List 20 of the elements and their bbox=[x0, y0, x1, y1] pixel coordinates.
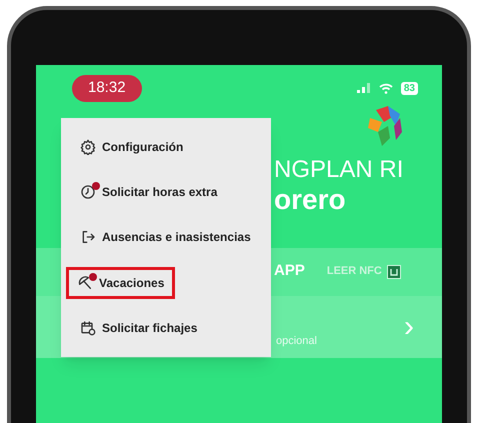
wifi-icon bbox=[378, 82, 393, 94]
signal-icon bbox=[356, 83, 371, 94]
exit-icon bbox=[80, 229, 96, 246]
battery-indicator: 83 bbox=[400, 82, 418, 95]
gear-icon bbox=[80, 138, 96, 155]
nfc-icon bbox=[386, 264, 401, 278]
time-badge: 18:32 bbox=[72, 75, 142, 102]
menu-item[interactable]: Ausencias e inasistencias bbox=[73, 221, 262, 254]
header-title: NGPLAN RI bbox=[274, 156, 404, 184]
header-subtitle: orero bbox=[274, 184, 347, 216]
clock-icon bbox=[80, 184, 96, 200]
menu-item[interactable]: Solicitar horas extra bbox=[73, 176, 228, 208]
umbrella-icon bbox=[77, 274, 93, 291]
entry-hint: opcional bbox=[276, 334, 317, 349]
chevron-icon: › bbox=[404, 312, 414, 342]
calendar-icon bbox=[80, 320, 96, 336]
menu-item[interactable]: Vacaciones bbox=[66, 266, 176, 299]
menu-item[interactable]: Solicitar fichajes bbox=[73, 312, 208, 344]
logo-icon bbox=[368, 106, 402, 146]
menu-item[interactable]: Configuración bbox=[73, 130, 194, 163]
